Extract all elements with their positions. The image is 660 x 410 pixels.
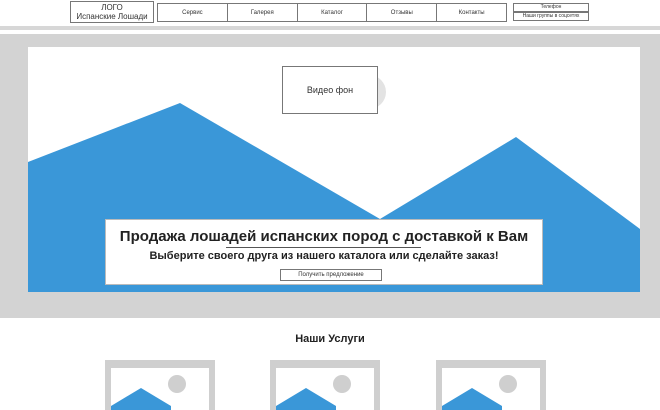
service-image-1[interactable] xyxy=(105,360,215,410)
logo-line-1: ЛОГО xyxy=(101,3,123,12)
nav-item-service[interactable]: Сервис xyxy=(158,4,228,21)
title-underline xyxy=(226,247,421,248)
image-placeholder-icon xyxy=(442,368,540,410)
hero-title: Продажа лошадей испанских пород с достав… xyxy=(119,228,529,245)
service-image-2[interactable] xyxy=(270,360,380,410)
get-offer-button[interactable]: Получить предложение xyxy=(280,269,382,281)
nav-item-contacts[interactable]: Контакты xyxy=(437,4,506,21)
site-header: ЛОГО Испанские Лошади Сервис Галерея Кат… xyxy=(0,0,660,27)
nav-item-gallery[interactable]: Галерея xyxy=(228,4,298,21)
services-title: Наши Услуги xyxy=(295,333,365,345)
logo-line-2: Испанские Лошади xyxy=(76,12,148,21)
image-placeholder-icon xyxy=(111,368,209,410)
nav-item-reviews[interactable]: Отзывы xyxy=(367,4,438,21)
social-groups-button[interactable]: Наши группы в соцсетях xyxy=(513,12,589,21)
video-background-button[interactable]: Видео фон xyxy=(282,66,378,114)
hero-subtitle: Выберите своего друга из нашего каталога… xyxy=(149,250,499,262)
header-divider xyxy=(0,26,660,30)
main-nav: Сервис Галерея Каталог Отзывы Контакты xyxy=(157,3,507,22)
phone-button[interactable]: Телефон xyxy=(513,3,589,12)
logo[interactable]: ЛОГО Испанские Лошади xyxy=(70,1,154,23)
service-image-3[interactable] xyxy=(436,360,546,410)
hero-title-box: Продажа лошадей испанских пород с достав… xyxy=(105,219,543,285)
nav-item-catalog[interactable]: Каталог xyxy=(298,4,368,21)
image-placeholder-icon xyxy=(276,368,374,410)
